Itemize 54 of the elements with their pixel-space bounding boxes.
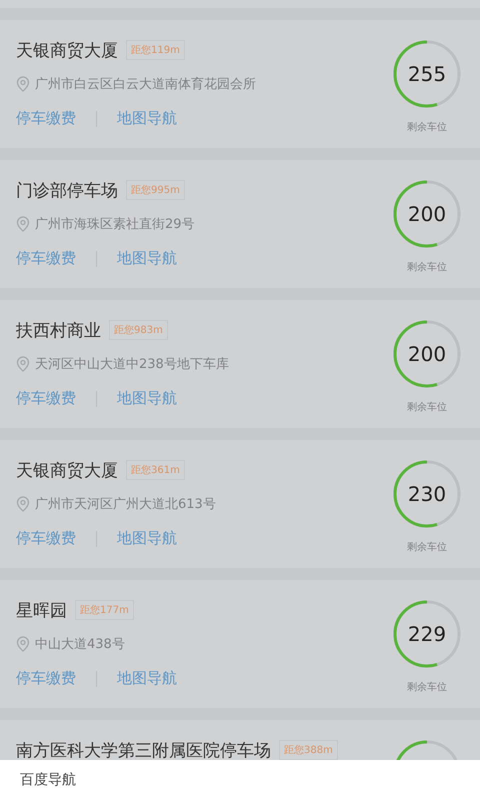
spaces-count: 200 [406, 342, 448, 366]
progress-ring [393, 600, 461, 668]
distance-tag: 距您388m [279, 740, 338, 760]
spaces-count: 255 [406, 62, 448, 86]
pay-link[interactable]: 停车缴费 [16, 109, 76, 128]
pay-link[interactable]: 停车缴费 [16, 389, 76, 408]
address-text: 广州市天河区广州大道北613号 [35, 496, 216, 513]
parking-card[interactable]: 南方医科大学第三附属医院停车场 距您388m [0, 720, 480, 760]
spaces-count: 230 [406, 482, 448, 506]
parking-card[interactable]: 门诊部停车场 距您995m 广州市海珠区素社直街29号 停车缴费 地图导航 200 剩余车位 [0, 160, 480, 288]
sheet-option[interactable]: 百度导航 [20, 771, 76, 789]
pay-link[interactable]: 停车缴费 [16, 249, 76, 268]
location-pin-icon [16, 636, 30, 652]
spaces-label: 剩余车位 [407, 120, 447, 134]
parking-name: 天银商贸大厦 [16, 40, 118, 62]
parking-name: 南方医科大学第三附属医院停车场 [16, 740, 271, 760]
location-pin-icon [16, 496, 30, 512]
address-text: 天河区中山大道中238号地下车库 [35, 356, 229, 373]
pay-link[interactable]: 停车缴费 [16, 529, 76, 548]
navigate-link[interactable]: 地图导航 [117, 249, 177, 268]
distance-tag: 距您995m [126, 180, 185, 200]
parking-name: 扶西村商业 [16, 320, 101, 342]
spaces-label: 剩余车位 [407, 540, 447, 554]
navigate-link[interactable]: 地图导航 [117, 529, 177, 548]
address-text: 广州市海珠区素社直街29号 [35, 216, 195, 233]
navigate-link[interactable]: 地图导航 [117, 669, 177, 688]
location-pin-icon [16, 216, 30, 232]
progress-ring [393, 40, 461, 108]
address-text: 广州市白云区白云大道南体育花园会所 [35, 76, 256, 93]
spaces-label: 剩余车位 [407, 260, 447, 274]
parking-name: 天银商贸大厦 [16, 460, 118, 482]
distance-tag: 距您361m [126, 460, 185, 480]
spaces-label: 剩余车位 [407, 680, 447, 694]
navigate-link[interactable]: 地图导航 [117, 389, 177, 408]
spaces-label: 剩余车位 [407, 400, 447, 414]
spaces-count: 200 [406, 202, 448, 226]
parking-card[interactable]: 天银商贸大厦 距您361m 广州市天河区广州大道北613号 停车缴费 地图导航 230 剩余车位 [0, 440, 480, 568]
parking-card[interactable]: 天银商贸大厦 距您119m 广州市白云区白云大道南体育花园会所 停车缴费 地图导航 255 剩余车位 [0, 20, 480, 148]
progress-ring [393, 180, 461, 248]
distance-tag: 距您983m [109, 320, 168, 340]
spaces-count: 229 [406, 622, 448, 646]
parking-card[interactable]: 星晖园 距您177m 中山大道438号 停车缴费 地图导航 229 剩余车位 [0, 580, 480, 708]
address-text: 中山大道438号 [35, 636, 125, 653]
distance-tag: 距您177m [75, 600, 134, 620]
parking-name: 门诊部停车场 [16, 180, 118, 202]
parking-name: 星晖园 [16, 600, 67, 622]
navigate-link[interactable]: 地图导航 [117, 109, 177, 128]
progress-ring [393, 320, 461, 388]
location-pin-icon [16, 76, 30, 92]
pay-link[interactable]: 停车缴费 [16, 669, 76, 688]
parking-card[interactable]: 扶西村商业 距您983m 天河区中山大道中238号地下车库 停车缴费 地图导航 200 剩余车位 [0, 300, 480, 428]
progress-ring [393, 460, 461, 528]
location-pin-icon [16, 356, 30, 372]
distance-tag: 距您119m [126, 40, 185, 60]
